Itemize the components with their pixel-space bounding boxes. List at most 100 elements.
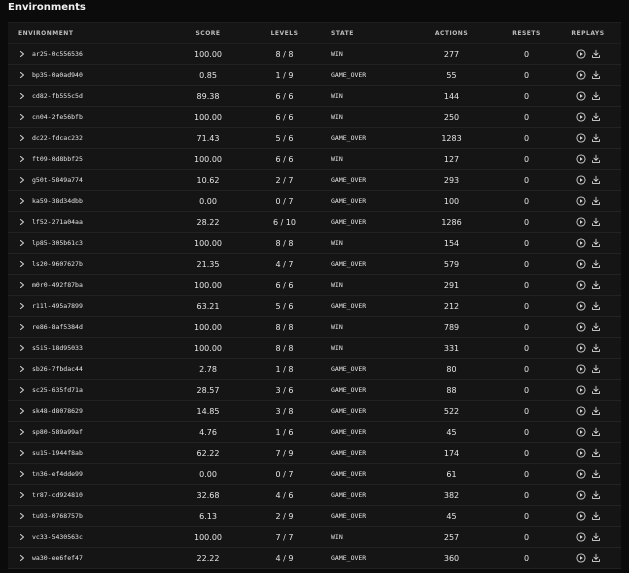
chevron-right-icon[interactable]	[18, 92, 26, 100]
table-row[interactable]: vc33-5430563c 100.00 7 / 7 WIN 257 0	[8, 527, 621, 548]
table-row[interactable]: wa30-ee6fef47 22.22 4 / 9 GAME_OVER 360 …	[8, 548, 621, 569]
chevron-right-icon[interactable]	[18, 449, 26, 457]
download-icon[interactable]	[591, 343, 601, 353]
play-circle-icon[interactable]	[575, 301, 586, 311]
play-circle-icon[interactable]	[575, 511, 586, 521]
chevron-right-icon[interactable]	[18, 512, 26, 520]
chevron-right-icon[interactable]	[18, 218, 26, 226]
play-circle-icon[interactable]	[575, 427, 586, 437]
chevron-right-icon[interactable]	[18, 323, 26, 331]
play-circle-icon[interactable]	[575, 217, 586, 227]
chevron-right-icon[interactable]	[18, 239, 26, 247]
download-icon[interactable]	[591, 427, 601, 437]
download-icon[interactable]	[591, 133, 601, 143]
chevron-right-icon[interactable]	[18, 281, 26, 289]
play-circle-icon[interactable]	[575, 280, 586, 290]
chevron-right-icon[interactable]	[18, 113, 26, 121]
play-circle-icon[interactable]	[575, 364, 586, 374]
download-icon[interactable]	[591, 448, 601, 458]
table-row[interactable]: re86-8af5384d 100.00 8 / 8 WIN 789 0	[8, 317, 621, 338]
download-icon[interactable]	[591, 91, 601, 101]
play-circle-icon[interactable]	[575, 91, 586, 101]
download-icon[interactable]	[591, 385, 601, 395]
table-row[interactable]: tr87-cd924810 32.68 4 / 6 GAME_OVER 382 …	[8, 485, 621, 506]
table-row[interactable]: g50t-5849a774 10.62 2 / 7 GAME_OVER 293 …	[8, 170, 621, 191]
play-circle-icon[interactable]	[575, 448, 586, 458]
table-row[interactable]: r11l-495a7899 63.21 5 / 6 GAME_OVER 212 …	[8, 296, 621, 317]
table-row[interactable]: cd82-fb555c5d 89.38 6 / 6 WIN 144 0	[8, 86, 621, 107]
chevron-right-icon[interactable]	[18, 155, 26, 163]
download-icon[interactable]	[591, 532, 601, 542]
play-circle-icon[interactable]	[575, 112, 586, 122]
play-circle-icon[interactable]	[575, 154, 586, 164]
download-icon[interactable]	[591, 553, 601, 563]
download-icon[interactable]	[591, 238, 601, 248]
table-row[interactable]: s5i5-18d95033 100.00 8 / 8 WIN 331 0	[8, 338, 621, 359]
chevron-right-icon[interactable]	[18, 71, 26, 79]
download-icon[interactable]	[591, 259, 601, 269]
play-circle-icon[interactable]	[575, 133, 586, 143]
play-circle-icon[interactable]	[575, 259, 586, 269]
play-circle-icon[interactable]	[575, 322, 586, 332]
table-row[interactable]: cn04-2fe56bfb 100.00 6 / 6 WIN 250 0	[8, 107, 621, 128]
table-row[interactable]: lf52-271a04aa 28.22 6 / 10 GAME_OVER 128…	[8, 212, 621, 233]
play-circle-icon[interactable]	[575, 196, 586, 206]
chevron-right-icon[interactable]	[18, 491, 26, 499]
chevron-right-icon[interactable]	[18, 50, 26, 58]
play-circle-icon[interactable]	[575, 469, 586, 479]
chevron-right-icon[interactable]	[18, 197, 26, 205]
download-icon[interactable]	[591, 490, 601, 500]
chevron-right-icon[interactable]	[18, 554, 26, 562]
download-icon[interactable]	[591, 511, 601, 521]
download-icon[interactable]	[591, 469, 601, 479]
chevron-right-icon[interactable]	[18, 260, 26, 268]
play-circle-icon[interactable]	[575, 553, 586, 563]
download-icon[interactable]	[591, 49, 601, 59]
chevron-right-icon[interactable]	[18, 470, 26, 478]
chevron-right-icon[interactable]	[18, 302, 26, 310]
download-icon[interactable]	[591, 301, 601, 311]
download-icon[interactable]	[591, 280, 601, 290]
chevron-right-icon[interactable]	[18, 365, 26, 373]
play-circle-icon[interactable]	[575, 490, 586, 500]
chevron-right-icon[interactable]	[18, 134, 26, 142]
chevron-right-icon[interactable]	[18, 176, 26, 184]
table-row[interactable]: ka59-38d34dbb 0.00 0 / 7 GAME_OVER 100 0	[8, 191, 621, 212]
play-circle-icon[interactable]	[575, 532, 586, 542]
table-row[interactable]: lp85-305b61c3 100.00 8 / 8 WIN 154 0	[8, 233, 621, 254]
chevron-right-icon[interactable]	[18, 428, 26, 436]
download-icon[interactable]	[591, 322, 601, 332]
play-circle-icon[interactable]	[575, 343, 586, 353]
download-icon[interactable]	[591, 70, 601, 80]
table-row[interactable]: dc22-fdcac232 71.43 5 / 6 GAME_OVER 1283…	[8, 128, 621, 149]
table-row[interactable]: bp35-0a0ad940 0.85 1 / 9 GAME_OVER 55 0	[8, 65, 621, 86]
play-circle-icon[interactable]	[575, 175, 586, 185]
play-circle-icon[interactable]	[575, 385, 586, 395]
download-icon[interactable]	[591, 217, 601, 227]
download-icon[interactable]	[591, 154, 601, 164]
play-circle-icon[interactable]	[575, 49, 586, 59]
table-row[interactable]: su15-1944f8ab 62.22 7 / 9 GAME_OVER 174 …	[8, 443, 621, 464]
download-icon[interactable]	[591, 196, 601, 206]
download-icon[interactable]	[591, 112, 601, 122]
table-row[interactable]: ls20-9607627b 21.35 4 / 7 GAME_OVER 579 …	[8, 254, 621, 275]
table-row[interactable]: m0r0-492f87ba 100.00 6 / 6 WIN 291 0	[8, 275, 621, 296]
chevron-right-icon[interactable]	[18, 386, 26, 394]
download-icon[interactable]	[591, 364, 601, 374]
table-row[interactable]: tu93-0768757b 6.13 2 / 9 GAME_OVER 45 0	[8, 506, 621, 527]
chevron-right-icon[interactable]	[18, 533, 26, 541]
play-circle-icon[interactable]	[575, 406, 586, 416]
play-circle-icon[interactable]	[575, 70, 586, 80]
table-row[interactable]: sk48-d8078629 14.85 3 / 8 GAME_OVER 522 …	[8, 401, 621, 422]
chevron-right-icon[interactable]	[18, 344, 26, 352]
table-row[interactable]: ar25-0c556536 100.00 8 / 8 WIN 277 0	[8, 44, 621, 65]
download-icon[interactable]	[591, 406, 601, 416]
play-circle-icon[interactable]	[575, 238, 586, 248]
table-row[interactable]: sb26-7fbdac44 2.78 1 / 8 GAME_OVER 80 0	[8, 359, 621, 380]
table-row[interactable]: ft09-0d8bbf25 100.00 6 / 6 WIN 127 0	[8, 149, 621, 170]
table-row[interactable]: tn36-ef4dde99 0.00 0 / 7 GAME_OVER 61 0	[8, 464, 621, 485]
chevron-right-icon[interactable]	[18, 407, 26, 415]
download-icon[interactable]	[591, 175, 601, 185]
table-row[interactable]: sp80-589a99af 4.76 1 / 6 GAME_OVER 45 0	[8, 422, 621, 443]
table-row[interactable]: sc25-635fd71a 28.57 3 / 6 GAME_OVER 88 0	[8, 380, 621, 401]
